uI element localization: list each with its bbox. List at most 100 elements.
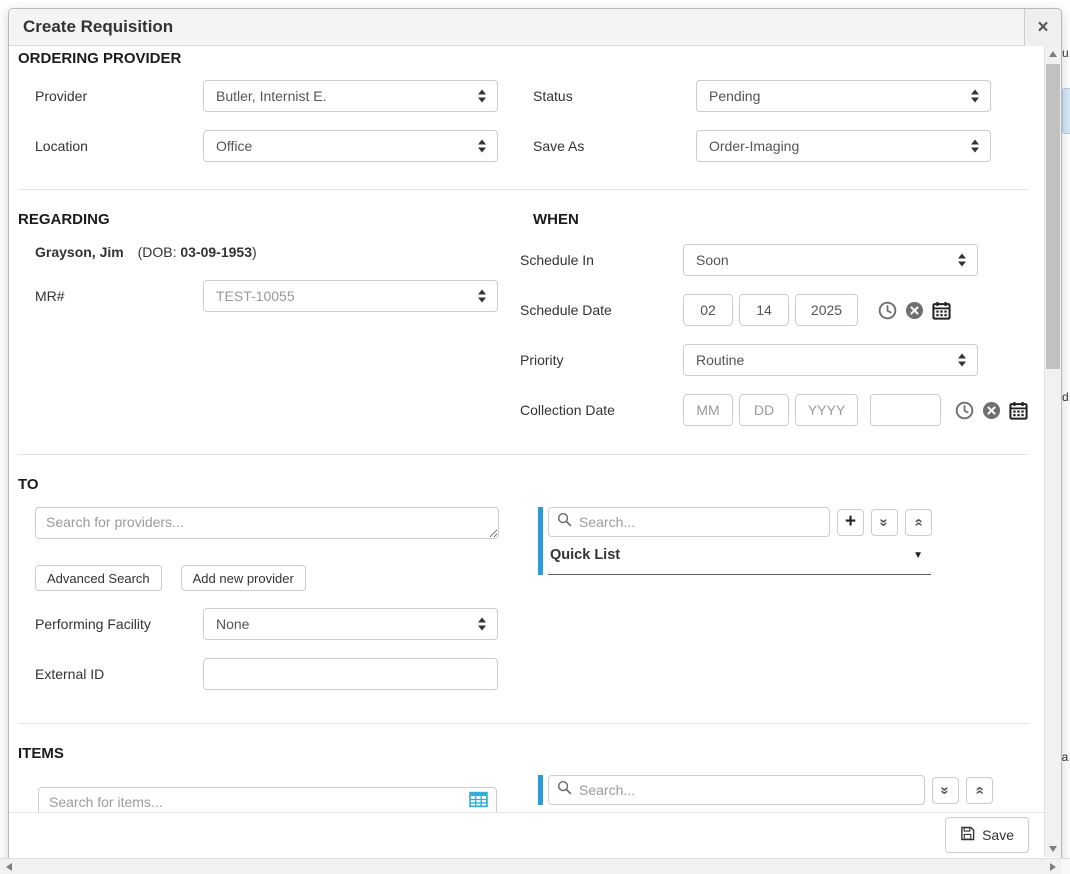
plus-icon: + [845,512,856,531]
double-chevron-down-icon: » [938,786,953,794]
schedule-date-month-input[interactable] [683,294,733,326]
section-divider [18,189,1028,190]
modal-body: ORDERING PROVIDER Provider Butler, Inter… [9,46,1044,873]
location-select[interactable]: Office [203,130,498,162]
vertical-scrollbar[interactable] [1044,46,1061,857]
scrollbar-corner [1061,859,1070,874]
panel-accent-bar [538,775,543,805]
ordering-provider-section: Provider Butler, Internist E. Status Pen… [18,80,1028,162]
advanced-search-button[interactable]: Advanced Search [35,565,162,591]
status-select-value: Pending [709,88,760,104]
save-button-label: Save [982,827,1014,843]
double-chevron-down-icon: » [877,518,892,526]
quick-list-caret-icon: ▼ [913,550,923,561]
items-expand-all-button[interactable]: » [932,777,959,804]
scroll-left-arrow[interactable] [0,859,17,874]
patient-summary: Grayson, Jim (DOB: 03-09-1953) [18,242,520,262]
priority-label: Priority [520,352,683,368]
schedule-in-select[interactable]: Soon [683,244,978,276]
ordering-provider-heading: ORDERING PROVIDER [18,50,1028,68]
background-page-fragment: u [1062,46,1069,60]
collection-date-label: Collection Date [520,402,683,418]
background-page-fragment: d [1062,390,1069,404]
quick-list-header[interactable]: Quick List ▼ [548,547,931,575]
background-field-fragment [1062,88,1070,134]
dob-value: 03-09-1953 [180,244,252,260]
status-select[interactable]: Pending [696,80,991,112]
mr-select[interactable]: TEST-10055 [203,280,498,312]
save-as-select[interactable]: Order-Imaging [696,130,991,162]
provider-select[interactable]: Butler, Internist E. [203,80,498,112]
schedule-date-calendar-icon[interactable] [932,301,951,320]
provider-search-input[interactable] [35,507,499,539]
select-caret-icon [478,90,487,103]
to-section: Advanced Search Add new provider Perform… [18,507,1028,690]
items-collapse-all-button[interactable]: » [966,777,993,804]
priority-select[interactable]: Routine [683,344,978,376]
collection-date-calendar-icon[interactable] [1009,401,1028,420]
items-heading: ITEMS [18,745,1028,763]
external-id-input[interactable] [203,658,498,690]
schedule-date-year-input[interactable] [795,294,858,326]
items-quick-list-search-input[interactable] [548,775,925,805]
items-quick-list-panel: » » [538,775,1028,805]
collection-date-year-input[interactable] [795,394,858,426]
collapse-all-button[interactable]: » [905,509,932,536]
background-page-strip: u d la [1062,0,1070,874]
search-icon [557,780,572,800]
panel-accent-bar [538,507,543,575]
item-grid-icon[interactable] [469,791,488,813]
scroll-right-arrow[interactable] [1044,859,1061,874]
select-caret-icon [971,90,980,103]
collection-date-clear-icon[interactable] [982,401,1001,420]
schedule-in-label: Schedule In [520,252,683,268]
quick-list-search-input[interactable] [548,507,830,537]
close-button[interactable]: × [1024,9,1061,46]
close-icon: × [1037,17,1048,39]
search-icon [557,512,572,532]
select-caret-icon [971,140,980,153]
dob-close-paren: ) [252,244,257,260]
modal-header: Create Requisition × [9,9,1061,46]
to-heading: TO [18,476,1028,494]
schedule-in-select-value: Soon [696,252,729,268]
regarding-section: Grayson, Jim (DOB: 03-09-1953) MR# TEST-… [18,242,520,312]
horizontal-scrollbar[interactable] [0,858,1070,874]
double-chevron-up-icon: » [911,518,926,526]
schedule-date-clear-icon[interactable] [905,301,924,320]
items-section: » » [18,775,1028,817]
vertical-scrollbar-thumb[interactable] [1046,64,1060,369]
dob-label: (DOB: [138,244,177,260]
scroll-down-arrow[interactable] [1045,841,1061,857]
modal-footer: Save [9,812,1044,857]
select-caret-icon [478,140,487,153]
create-requisition-modal: Create Requisition × ORDERING PROVIDER P… [8,8,1062,874]
collection-date-clock-icon[interactable] [955,401,974,420]
background-page-fragment: la [1062,750,1068,764]
save-button[interactable]: Save [945,817,1029,853]
schedule-date-day-input[interactable] [739,294,789,326]
collection-time-input[interactable] [870,394,941,426]
regarding-heading: REGARDING [18,211,533,229]
provider-label: Provider [35,88,203,104]
collection-date-day-input[interactable] [739,394,789,426]
section-divider [18,454,1028,455]
expand-all-button[interactable]: » [871,509,898,536]
when-section: Schedule In Soon Schedule Date [520,242,1028,426]
quick-list-label: Quick List [550,547,620,563]
schedule-date-clock-icon[interactable] [878,301,897,320]
status-label: Status [533,88,696,104]
external-id-label: External ID [35,666,203,682]
save-as-select-value: Order-Imaging [709,138,799,154]
collection-date-month-input[interactable] [683,394,733,426]
mr-label: MR# [35,288,203,304]
select-caret-icon [478,618,487,631]
section-divider [18,723,1028,724]
performing-facility-select[interactable]: None [203,608,498,640]
select-caret-icon [478,290,487,303]
schedule-date-label: Schedule Date [520,302,683,318]
performing-facility-label: Performing Facility [35,616,203,632]
add-to-quick-list-button[interactable]: + [837,509,864,536]
add-new-provider-button[interactable]: Add new provider [181,565,306,591]
scroll-up-arrow[interactable] [1045,46,1061,62]
